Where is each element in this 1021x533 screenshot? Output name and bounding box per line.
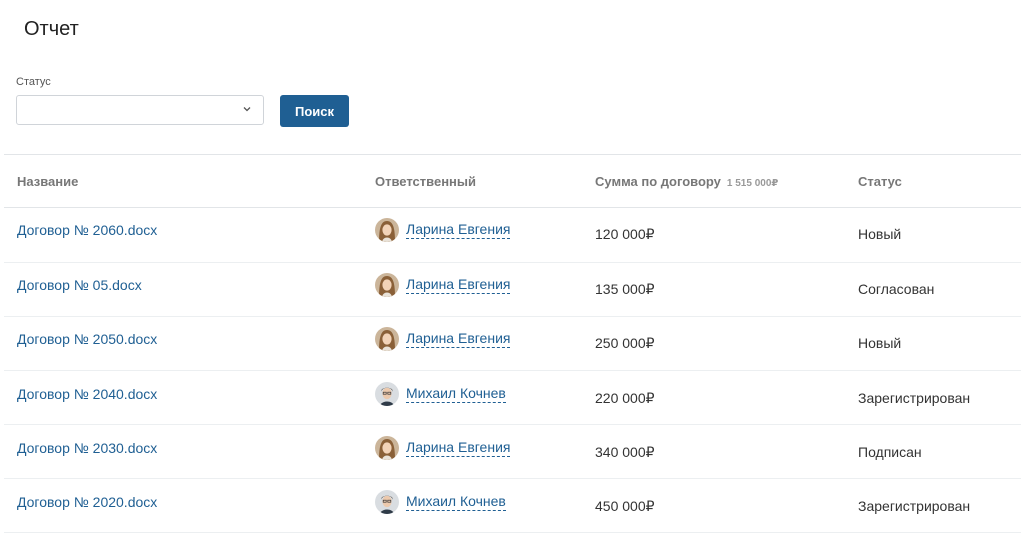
column-header-name[interactable]: Название	[17, 174, 78, 189]
cell-sum: 250 000₽	[595, 335, 655, 351]
document-link[interactable]: Договор № 2030.docx	[17, 440, 157, 456]
cell-sum: 340 000₽	[595, 444, 655, 460]
cell-responsible: Михаил Кочнев	[375, 382, 506, 406]
table-row[interactable]: Договор № 2050.docx Ларина Евгения 250 00…	[4, 316, 1021, 371]
cell-status: Зарегистрирован	[858, 498, 971, 514]
sum-total: 1 515 000₽	[726, 178, 779, 189]
status-select[interactable]	[16, 95, 264, 125]
cell-name[interactable]: Договор № 2040.docx	[17, 386, 157, 402]
document-link[interactable]: Договор № 05.docx	[17, 277, 142, 293]
cell-sum: 135 000₽	[595, 281, 655, 297]
avatar	[375, 436, 399, 460]
page-title: Отчет	[24, 18, 79, 40]
document-link[interactable]: Договор № 2060.docx	[17, 222, 157, 238]
search-button[interactable]: Поиск	[280, 95, 349, 127]
responsible-user-link[interactable]: Ларина Евгения	[406, 439, 511, 457]
cell-name[interactable]: Договор № 2030.docx	[17, 440, 157, 456]
table-row[interactable]: Договор № 2020.docx Михаил Кочнев 450 000…	[4, 478, 1021, 533]
cell-sum: 220 000₽	[595, 390, 655, 406]
table-top-divider	[4, 154, 1021, 155]
cell-status: Новый	[858, 335, 902, 351]
cell-sum: 120 000₽	[595, 226, 655, 242]
document-link[interactable]: Договор № 2020.docx	[17, 494, 157, 510]
responsible-user-link[interactable]: Михаил Кочнев	[406, 385, 506, 403]
cell-responsible: Ларина Евгения	[375, 436, 511, 460]
cell-status: Согласован	[858, 281, 935, 297]
cell-responsible: Ларина Евгения	[375, 218, 511, 242]
avatar	[375, 327, 399, 351]
cell-status: Зарегистрирован	[858, 390, 971, 406]
column-header-status[interactable]: Статус	[858, 174, 902, 189]
cell-name[interactable]: Договор № 2060.docx	[17, 222, 157, 238]
cell-name[interactable]: Договор № 05.docx	[17, 277, 142, 293]
avatar	[375, 218, 399, 242]
responsible-user-link[interactable]: Ларина Евгения	[406, 221, 511, 239]
avatar	[375, 382, 399, 406]
avatar	[375, 273, 399, 297]
cell-responsible: Ларина Евгения	[375, 273, 511, 297]
cell-name[interactable]: Договор № 2020.docx	[17, 494, 157, 510]
cell-status: Подписан	[858, 444, 922, 460]
column-header-responsible[interactable]: Ответственный	[375, 174, 476, 189]
cell-name[interactable]: Договор № 2050.docx	[17, 331, 157, 347]
cell-responsible: Михаил Кочнев	[375, 490, 506, 514]
responsible-user-link[interactable]: Ларина Евгения	[406, 276, 511, 294]
table-row[interactable]: Договор № 05.docx Ларина Евгения 135 000₽…	[4, 262, 1021, 317]
avatar	[375, 490, 399, 514]
cell-responsible: Ларина Евгения	[375, 327, 511, 351]
cell-status: Новый	[858, 226, 902, 242]
column-header-sum-label: Сумма по договору	[595, 174, 721, 189]
table-row[interactable]: Договор № 2030.docx Ларина Евгения 340 00…	[4, 424, 1021, 479]
table-row[interactable]: Договор № 2040.docx Михаил Кочнев 220 000…	[4, 370, 1021, 425]
document-link[interactable]: Договор № 2050.docx	[17, 331, 157, 347]
chevron-down-icon	[243, 107, 251, 112]
responsible-user-link[interactable]: Ларина Евгения	[406, 330, 511, 348]
table-row[interactable]: Договор № 2060.docx Ларина Евгения 120 00…	[4, 208, 1021, 263]
document-link[interactable]: Договор № 2040.docx	[17, 386, 157, 402]
column-header-sum[interactable]: Сумма по договору 1 515 000₽	[595, 174, 778, 189]
responsible-user-link[interactable]: Михаил Кочнев	[406, 493, 506, 511]
cell-sum: 450 000₽	[595, 498, 655, 514]
status-filter-label: Статус	[16, 76, 51, 88]
